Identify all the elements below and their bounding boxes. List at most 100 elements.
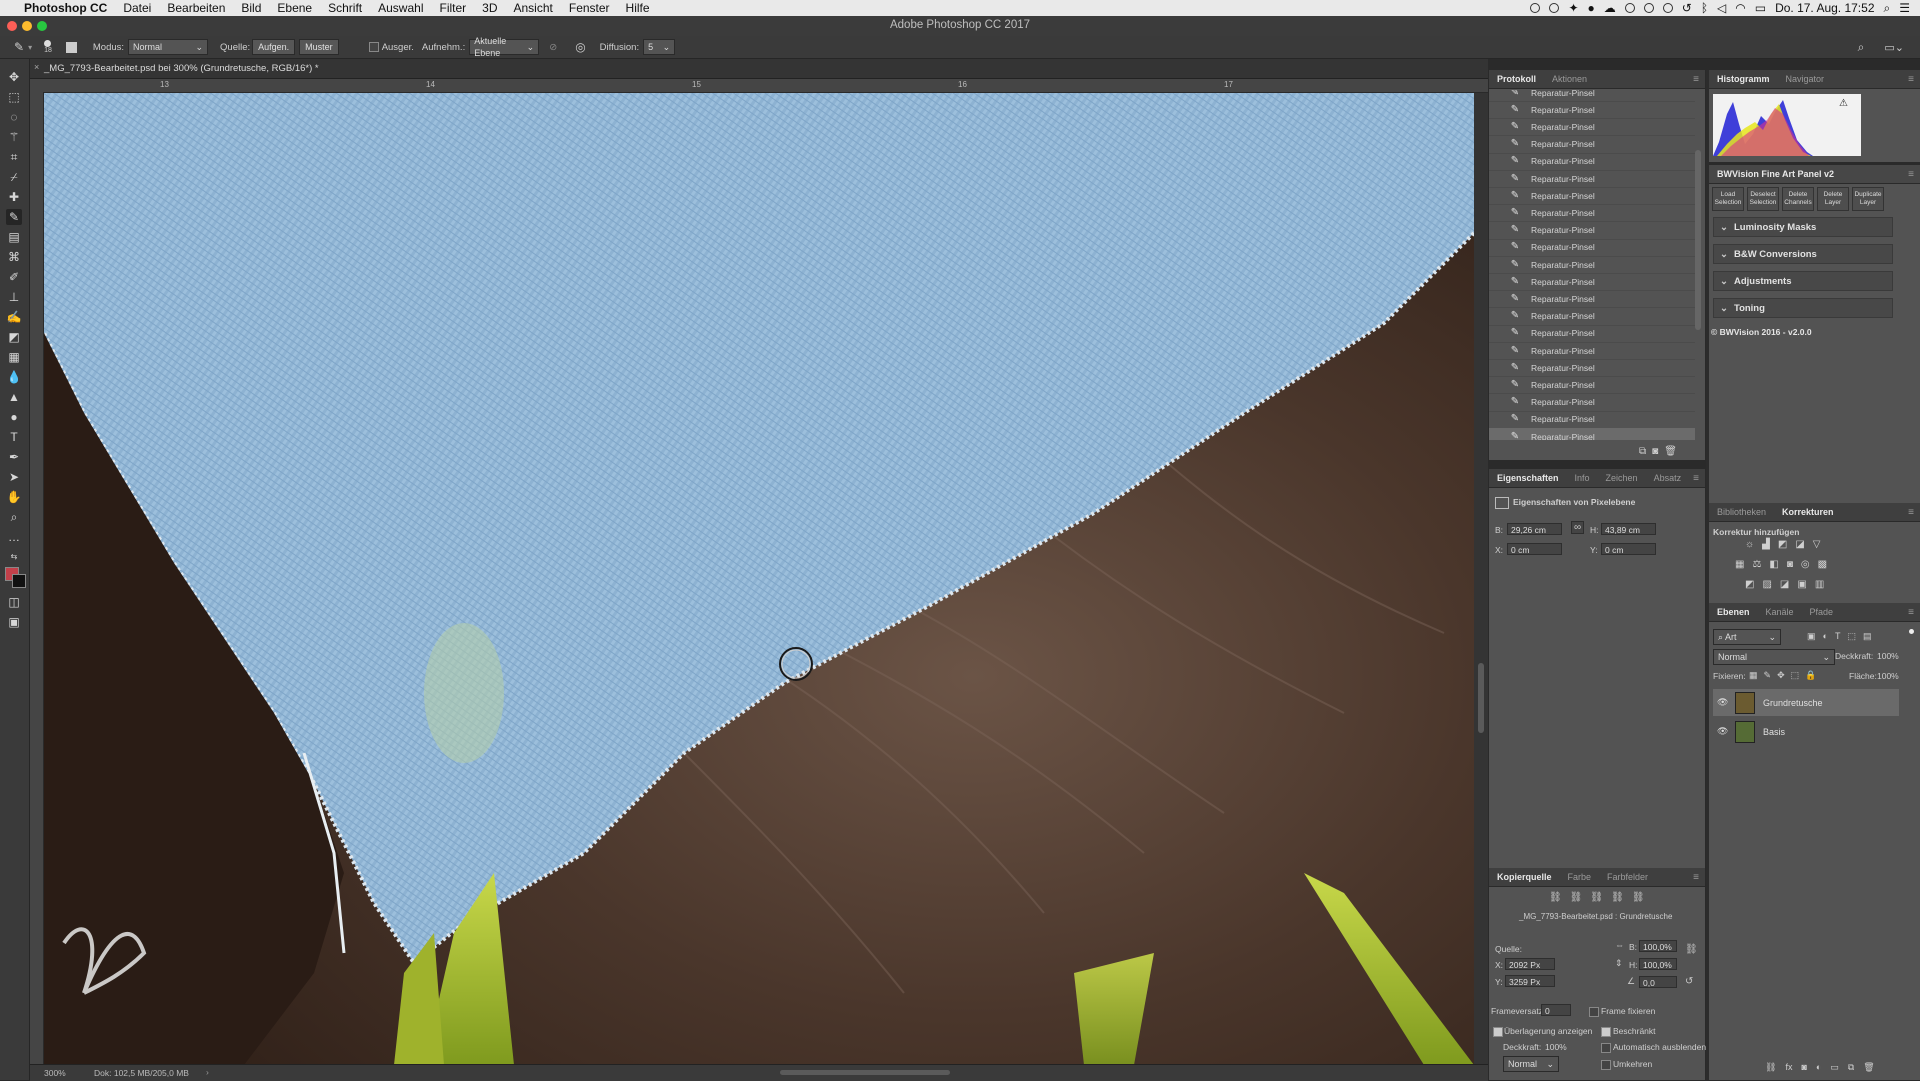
history-item[interactable]: ✎ Reparatur-Pinsel (1489, 325, 1695, 343)
black-white-icon[interactable]: ◧ (1769, 559, 1778, 570)
display-icon[interactable]: ▭ (1755, 1, 1766, 15)
hue-saturation-icon[interactable]: ▦ (1735, 559, 1744, 570)
tab-zeichen[interactable]: Zeichen (1598, 473, 1646, 483)
history-scrollbar[interactable] (1695, 150, 1701, 330)
zoom-tool-icon[interactable]: ⌕ (6, 509, 22, 525)
ruler-horizontal[interactable]: 13 14 15 16 17 (30, 79, 1488, 93)
healing-brush-tool-icon[interactable]: ✎ (14, 40, 24, 54)
selective-color-icon[interactable]: ▣ (1797, 579, 1806, 590)
width-field[interactable]: 29,26 cm (1507, 523, 1562, 535)
pixel-filter-icon[interactable]: ▣ (1807, 631, 1816, 642)
layer-row-grundretusche[interactable]: 👁 Grundretusche (1713, 689, 1899, 716)
source-x-field[interactable]: 2092 Px (1505, 958, 1555, 970)
lock-all-icon[interactable]: 🔒 (1805, 670, 1816, 681)
layer-style-icon[interactable]: fx (1785, 1062, 1792, 1073)
source-height-field[interactable]: 100,0% (1639, 958, 1677, 970)
record-icon[interactable] (1530, 3, 1541, 13)
document-tab[interactable]: × _MG_7793-Bearbeitet.psd bei 300% (Grun… (30, 59, 1488, 79)
panel-menu-icon[interactable]: ≡ (1693, 74, 1699, 85)
source-y-field[interactable]: 3259 Px (1505, 975, 1555, 987)
menu-3d[interactable]: 3D (474, 1, 505, 15)
aligned-checkbox[interactable] (368, 42, 379, 52)
vibrance-icon[interactable]: ▽ (1813, 539, 1821, 550)
lock-position-icon[interactable]: ✥ (1777, 670, 1785, 681)
frame-offset-field[interactable]: 0 (1541, 1004, 1571, 1016)
source-width-field[interactable]: 100,0% (1639, 940, 1677, 952)
flip-vertical-icon[interactable]: ⇕ (1615, 958, 1623, 969)
filter-toggle-icon[interactable] (1909, 629, 1914, 634)
history-item[interactable]: ✎ Reparatur-Pinsel (1489, 170, 1695, 188)
tab-farbe[interactable]: Farbe (1560, 872, 1600, 882)
link-icon[interactable]: ⛓ (1685, 944, 1698, 955)
posterize-icon[interactable]: ▨ (1762, 579, 1771, 590)
link-layers-icon[interactable]: ⛓ (1765, 1062, 1776, 1073)
tab-pfade[interactable]: Pfade (1802, 607, 1842, 617)
history-item[interactable]: ✎ Reparatur-Pinsel (1489, 411, 1695, 429)
history-item[interactable]: ✎ Reparatur-Pinsel (1489, 273, 1695, 292)
search-icon[interactable]: ⌕ (1858, 40, 1865, 55)
panel-menu-icon[interactable]: ≡ (1908, 607, 1914, 618)
panel-menu-icon[interactable]: ≡ (1693, 473, 1699, 484)
scrollbar-thumb[interactable] (1478, 663, 1484, 733)
frame-lock-checkbox[interactable] (1589, 1007, 1599, 1017)
cloud-icon[interactable]: ☁ (1604, 1, 1616, 15)
new-group-icon[interactable]: ▭ (1830, 1062, 1839, 1073)
x-field[interactable]: 0 cm (1507, 543, 1562, 555)
eraser-tool-icon[interactable]: ◩ (6, 329, 22, 345)
color-balance-icon[interactable]: ⚖ (1752, 559, 1761, 570)
menu-filter[interactable]: Filter (431, 1, 474, 15)
lasso-tool-icon[interactable]: ◌ (6, 109, 22, 125)
search-icon[interactable]: ⌕ (1884, 1, 1891, 16)
history-brush-tool-icon[interactable]: ✍ (6, 309, 22, 325)
show-overlay-checkbox[interactable] (1493, 1027, 1503, 1037)
warning-icon[interactable]: ⚠ (1839, 98, 1848, 109)
history-item[interactable]: ✎ Reparatur-Pinsel (1489, 101, 1695, 120)
tab-korrekturen[interactable]: Korrekturen (1774, 507, 1842, 517)
brush-tool-icon[interactable]: ✐ (6, 269, 22, 285)
tab-absatz[interactable]: Absatz (1646, 473, 1690, 483)
invert-checkbox[interactable] (1601, 1060, 1611, 1070)
deselect-selection-button[interactable]: Deselect Selection (1747, 187, 1779, 211)
healing-brush-tool-icon[interactable]: ✎ (6, 209, 22, 225)
menu-hilfe[interactable]: Hilfe (618, 1, 658, 15)
brightness-icon[interactable]: ☼ (1745, 539, 1754, 550)
blur-tool-icon[interactable]: 💧 (6, 369, 22, 385)
delete-layer-button[interactable]: Delete Layer (1817, 187, 1849, 211)
ignore-adjustment-layers-icon[interactable]: ⊘ (549, 42, 557, 53)
info-icon[interactable] (1662, 3, 1673, 13)
toning-section[interactable]: ⌄ Toning (1713, 298, 1893, 318)
layer-row-basis[interactable]: 👁 Basis (1713, 718, 1899, 745)
sample-select[interactable]: Aktuelle Ebene ⌄ (469, 36, 540, 58)
height-field[interactable]: 43,89 cm (1601, 523, 1656, 535)
panel-menu-icon[interactable]: ≡ (1908, 169, 1914, 180)
history-item[interactable]: ✎ Reparatur-Pinsel (1489, 239, 1695, 257)
eye-icon[interactable]: 👁 (1717, 697, 1729, 708)
tab-histogramm[interactable]: Histogramm (1709, 74, 1778, 84)
background-color-swatch[interactable] (12, 574, 26, 588)
sharpen-tool-icon[interactable]: ▲ (6, 389, 22, 405)
horizontal-scrollbar-thumb[interactable] (780, 1070, 950, 1075)
threshold-icon[interactable]: ◪ (1780, 579, 1789, 590)
history-item[interactable]: ✎ Reparatur-Pinsel (1489, 256, 1695, 274)
reset-transform-icon[interactable]: ↺ (1685, 976, 1693, 987)
tab-kopierquelle[interactable]: Kopierquelle (1489, 872, 1560, 882)
patch-tool-icon[interactable]: ▤ (6, 229, 22, 245)
clone-source-slot-icon[interactable]: ⛓ (1590, 892, 1603, 903)
gradient-tool-icon[interactable]: ▦ (6, 349, 22, 365)
clone-source-slot-icon[interactable]: ⛓ (1570, 892, 1583, 903)
move-tool-icon[interactable]: ✥ (6, 69, 22, 85)
menu-fenster[interactable]: Fenster (561, 1, 618, 15)
tab-farbfelder[interactable]: Farbfelder (1599, 872, 1656, 882)
history-item[interactable]: ✎ Reparatur-Pinsel (1489, 118, 1695, 137)
quick-mask-icon[interactable]: ◫ (6, 594, 22, 610)
path-selection-tool-icon[interactable]: ➤ (6, 469, 22, 485)
tab-ebenen[interactable]: Ebenen (1709, 607, 1758, 617)
invert-icon[interactable]: ◩ (1745, 579, 1754, 590)
trash-icon[interactable]: 🗑 (1863, 1062, 1874, 1073)
tab-navigator[interactable]: Navigator (1778, 74, 1833, 84)
tool-preset-chevron-icon[interactable]: ▾ (28, 43, 32, 52)
new-document-from-state-icon[interactable]: ⧉ (1639, 446, 1646, 457)
tab-bibliotheken[interactable]: Bibliotheken (1709, 507, 1774, 517)
history-item[interactable]: ✎ Reparatur-Pinsel (1489, 290, 1695, 309)
clone-source-slot-icon[interactable]: ⛓ (1632, 892, 1645, 903)
